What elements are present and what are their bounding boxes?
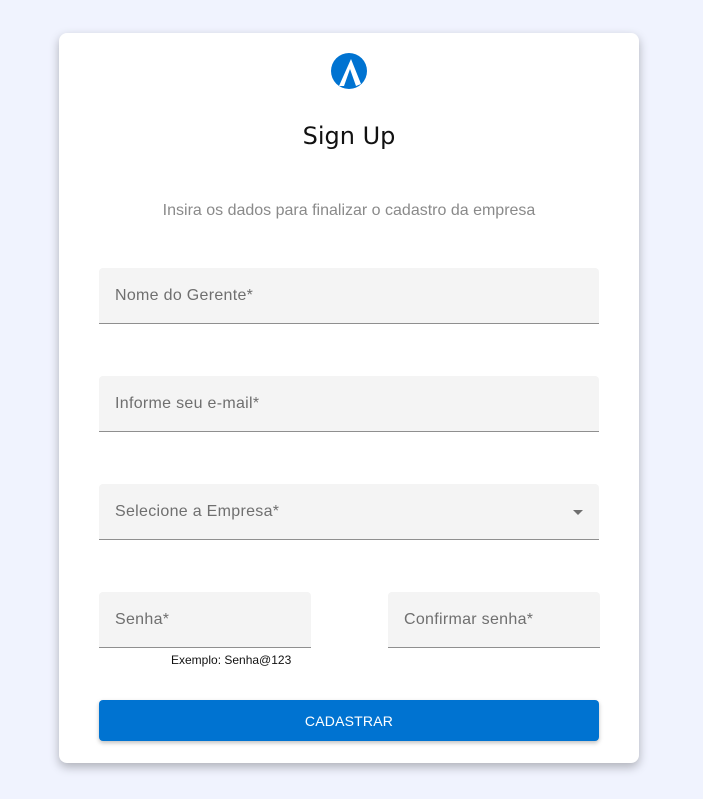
manager-name-input[interactable] [99, 268, 599, 323]
email-input[interactable] [99, 376, 599, 431]
company-select-label: Selecione a Empresa* [115, 503, 280, 520]
page-subtitle: Insira os dados para finalizar o cadastr… [162, 202, 536, 219]
manager-name-field-container [99, 268, 599, 324]
company-select[interactable]: Selecione a Empresa* [99, 484, 599, 540]
password-field-container [99, 592, 311, 648]
signup-card: Sign Up Insira os dados para finalizar o… [59, 33, 639, 763]
caret-down-icon[interactable] [573, 510, 583, 515]
brand-logo-icon [331, 53, 367, 89]
password-hint: Exemplo: Senha@123 [171, 653, 292, 667]
confirm-password-field-container [388, 592, 600, 648]
confirm-password-input[interactable] [388, 592, 600, 647]
email-field-container [99, 376, 599, 432]
submit-button[interactable]: CADASTRAR [99, 700, 599, 741]
password-input[interactable] [99, 592, 311, 647]
page-title: Sign Up [302, 122, 396, 150]
